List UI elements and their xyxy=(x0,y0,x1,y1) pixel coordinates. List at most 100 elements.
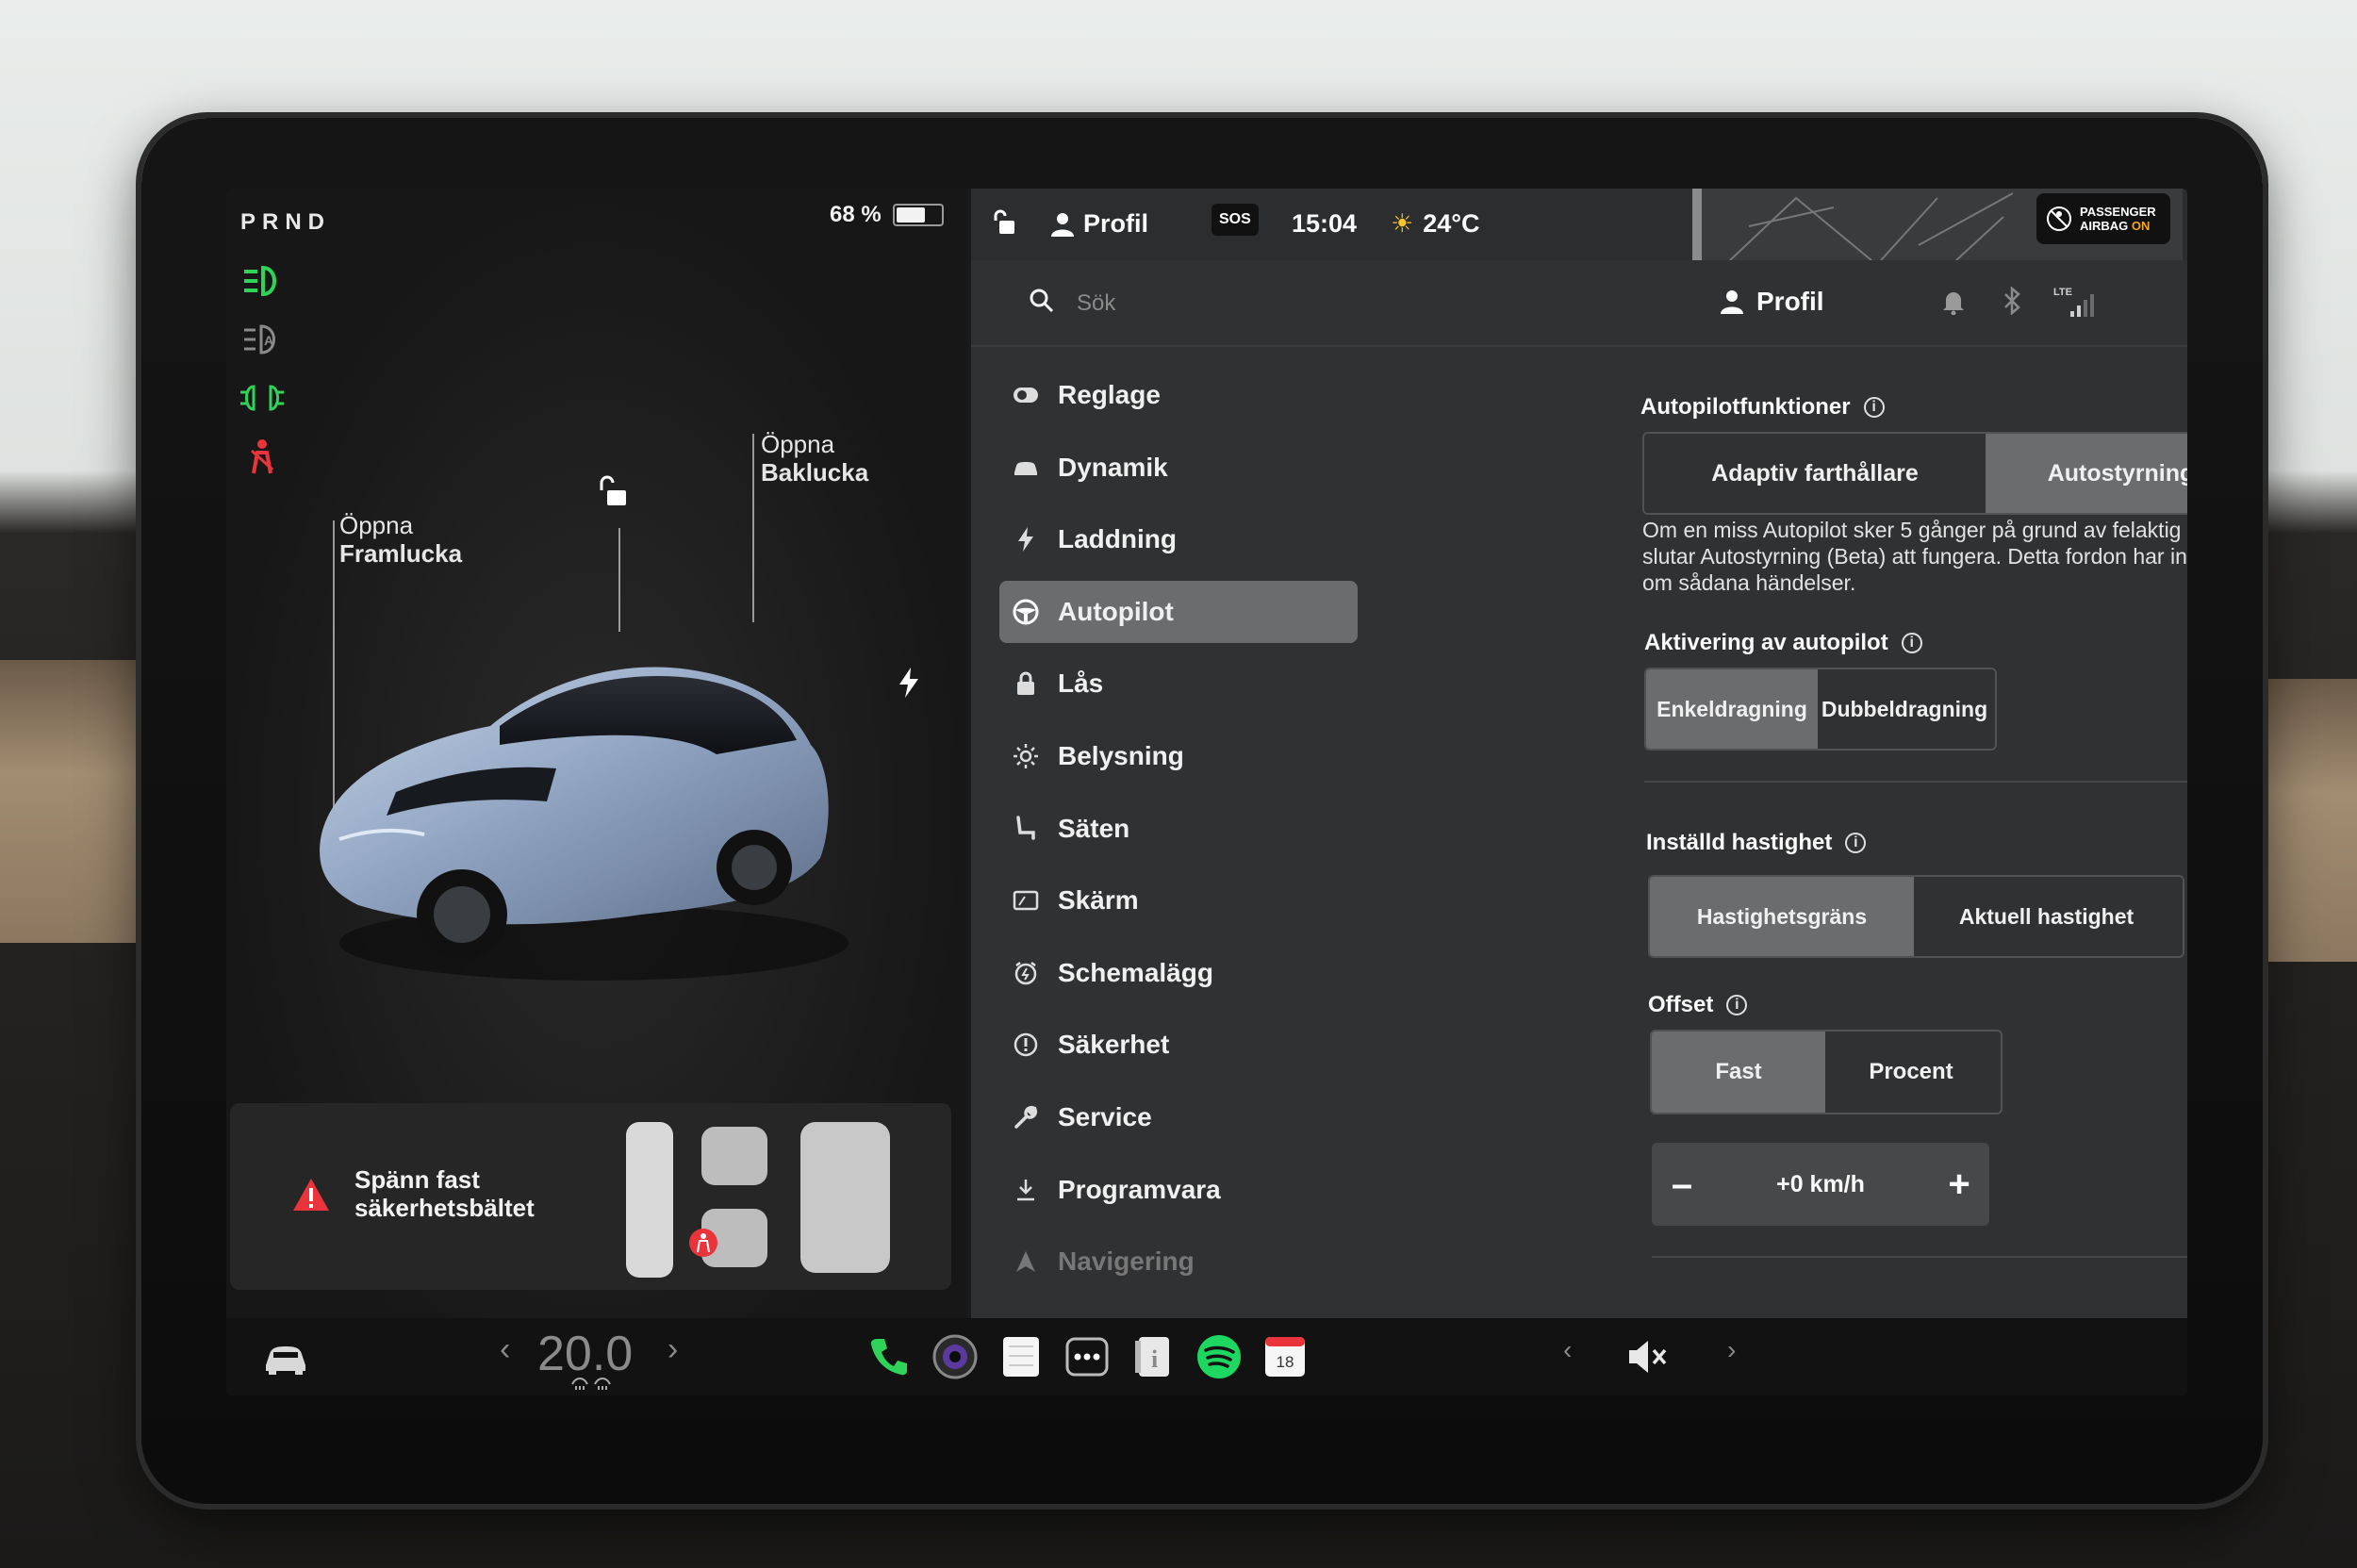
rear-trunk-button[interactable]: Öppna Baklucka xyxy=(761,430,868,487)
navigation-icon xyxy=(1013,1248,1039,1275)
sos-button[interactable]: SOS xyxy=(1211,204,1259,236)
menu-item-sakerhet[interactable]: Säkerhet xyxy=(999,1022,1358,1067)
set-speed-selector: Hastighetsgräns Aktuell hastighet xyxy=(1648,875,2184,958)
option-fixed[interactable]: Fast xyxy=(1652,1032,1825,1113)
user-icon xyxy=(1721,290,1743,314)
profile-menu-button[interactable]: Profil xyxy=(1721,287,1824,317)
info-icon[interactable]: i xyxy=(1901,633,1922,653)
option-percent[interactable]: Procent xyxy=(1825,1032,1997,1113)
charge-port-icon[interactable] xyxy=(896,666,922,700)
menu-item-schemalagg[interactable]: Schemalägg xyxy=(999,950,1358,996)
low-beam-icon xyxy=(244,265,276,297)
settings-menu: Reglage Dynamik Laddning Autopilot Lås Belysn… xyxy=(999,372,1358,1312)
seatbelt-message: Spänn fast säkerhetsbältet xyxy=(354,1165,535,1222)
sun-icon: ☀ xyxy=(1391,209,1414,238)
menu-item-reglage[interactable]: Reglage xyxy=(999,372,1358,418)
camera-icon[interactable] xyxy=(930,1331,981,1382)
bell-icon[interactable] xyxy=(1942,289,1965,315)
front-trunk-button[interactable]: Öppna Framlucka xyxy=(339,511,462,568)
bluetooth-icon[interactable] xyxy=(2003,287,2023,315)
manual-icon[interactable]: i xyxy=(1128,1331,1178,1382)
phone-icon[interactable] xyxy=(864,1331,915,1382)
info-icon[interactable]: i xyxy=(1726,995,1748,1015)
option-autosteer[interactable]: Autostyrning (beta) xyxy=(1986,434,2187,513)
volume-down-chevron[interactable]: ‹ xyxy=(1563,1335,1572,1365)
info-icon[interactable]: i xyxy=(1845,833,1867,853)
seat-icon xyxy=(1013,815,1039,842)
volume-up-chevron[interactable]: › xyxy=(1727,1335,1736,1365)
menu-item-skarm[interactable]: Skärm xyxy=(999,878,1358,923)
menu-item-las[interactable]: Lås xyxy=(999,661,1358,706)
set-speed-heading: Inställd hastighet i xyxy=(1646,830,1867,856)
defrost-icon[interactable] xyxy=(570,1375,612,1392)
menu-item-belysning[interactable]: Belysning xyxy=(999,734,1358,779)
notes-icon[interactable] xyxy=(996,1331,1047,1382)
option-single-pull[interactable]: Enkeldragning xyxy=(1646,669,1818,749)
battery-icon xyxy=(892,204,944,226)
auto-high-beam-icon: A xyxy=(244,324,275,355)
car-controls-icon[interactable] xyxy=(260,1331,311,1382)
offset-increase-button[interactable]: + xyxy=(1929,1164,1989,1206)
search-input[interactable]: Sök xyxy=(1077,290,1115,317)
search-icon[interactable] xyxy=(1028,287,1056,315)
lte-signal: LTE xyxy=(2053,287,2097,319)
menu-item-autopilot[interactable]: Autopilot xyxy=(999,580,1358,643)
offset-decrease-button[interactable]: – xyxy=(1652,1164,1712,1206)
settings-pane: Profil SOS 15:04 ☀ 24°C PASSENGER AIRBAG… xyxy=(971,189,2187,1318)
offset-value: +0 km/h xyxy=(1776,1170,1865,1197)
alert-circle-icon xyxy=(1013,1032,1039,1058)
volume-muted-icon[interactable] xyxy=(1622,1331,1673,1382)
cabin-temperature[interactable]: 20.0 xyxy=(537,1326,633,1382)
display-icon xyxy=(1013,887,1039,914)
temp-down-chevron[interactable]: ‹ xyxy=(500,1331,510,1368)
option-double-pull[interactable]: Dubbeldragning xyxy=(1818,669,1991,749)
profile-button[interactable]: Profil xyxy=(1051,209,1148,239)
car-model-image xyxy=(320,667,849,981)
option-speed-limit[interactable]: Hastighetsgräns xyxy=(1650,877,1914,956)
warning-triangle-icon xyxy=(293,1179,329,1211)
autopilot-features-heading: Autopilotfunktioner i xyxy=(1640,394,1885,421)
temp-up-chevron[interactable]: › xyxy=(668,1331,678,1368)
more-apps-icon[interactable] xyxy=(1062,1331,1113,1382)
menu-item-label: Autopilot xyxy=(1058,596,1174,626)
rear-trunk-leader-line xyxy=(752,434,754,622)
seat-map-image xyxy=(626,1122,890,1278)
svg-text:A: A xyxy=(264,333,273,348)
signal-bars-icon xyxy=(2070,294,2094,317)
outside-temperature: ☀ 24°C xyxy=(1391,209,1480,238)
user-icon xyxy=(1051,212,1074,237)
menu-item-laddning[interactable]: Laddning xyxy=(999,517,1358,562)
search-bar: Sök Profil LTE xyxy=(971,260,2187,347)
menu-item-navigering[interactable]: Navigering xyxy=(999,1239,1358,1284)
menu-item-dynamik[interactable]: Dynamik xyxy=(999,445,1358,490)
menu-item-service[interactable]: Service xyxy=(999,1095,1358,1140)
passenger-airbag-indicator: PASSENGER AIRBAG ON xyxy=(2036,193,2170,244)
menu-item-label: Reglage xyxy=(1058,380,1161,409)
gear-selector: PRND xyxy=(240,209,332,235)
car-view-pane: PRND 68 % A Öppna Framlucka Öppna Bakluc… xyxy=(226,189,966,1318)
unlock-icon[interactable] xyxy=(596,473,634,511)
menu-item-label: Lås xyxy=(1058,668,1104,699)
seatbelt-warning-icon xyxy=(250,439,274,474)
info-icon[interactable]: i xyxy=(1863,397,1885,418)
option-current-speed[interactable]: Aktuell hastighet xyxy=(1914,877,2179,956)
seatbelt-alert-card: Spänn fast säkerhetsbältet xyxy=(230,1103,951,1290)
option-adaptive-cruise[interactable]: Adaptiv farthållare xyxy=(1644,434,1986,513)
battery-percent: 68 % xyxy=(830,202,882,227)
unlock-status-icon[interactable] xyxy=(992,209,1020,238)
sun-icon xyxy=(1013,743,1039,769)
bolt-icon xyxy=(1013,526,1039,553)
menu-item-saten[interactable]: Säten xyxy=(999,806,1358,851)
menu-item-programvara[interactable]: Programvara xyxy=(999,1167,1358,1213)
touchscreen: PRND 68 % A Öppna Framlucka Öppna Bakluc… xyxy=(226,189,2187,1395)
battery-status: 68 % xyxy=(830,202,944,228)
menu-item-label: Programvara xyxy=(1058,1174,1221,1204)
spotify-icon[interactable] xyxy=(1194,1331,1244,1382)
calendar-icon[interactable]: 18 xyxy=(1260,1331,1310,1382)
steering-wheel-icon xyxy=(1013,599,1039,625)
bottom-dock: ‹ 20.0 › i 18 ‹ › xyxy=(226,1318,2187,1395)
parking-lights-icon xyxy=(240,385,284,411)
autopilot-features-selector: Adaptiv farthållare Autostyrning (beta) xyxy=(1642,432,2187,515)
autopilot-activation-heading: Aktivering av autopilot i xyxy=(1644,630,1922,656)
menu-item-label: Dynamik xyxy=(1058,452,1168,482)
